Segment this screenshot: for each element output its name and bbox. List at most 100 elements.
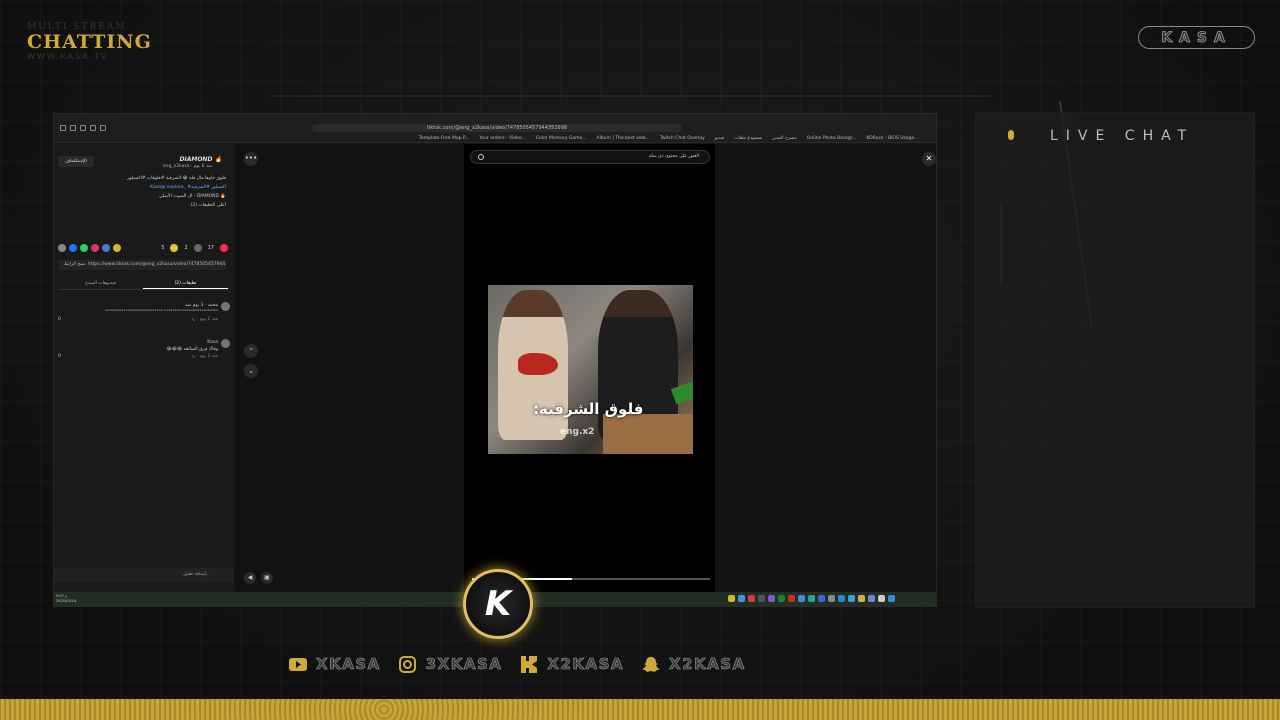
video-watermark: eng.x2 [560, 427, 595, 437]
browser-toolbar: tiktok.com/@eng_x2kasa/video/74785054579… [54, 122, 936, 134]
app-icon[interactable] [798, 595, 805, 602]
follow-button[interactable]: الإستكشاف [58, 156, 94, 167]
brand-title: CHATTING [27, 31, 152, 53]
app-icon[interactable] [738, 595, 745, 602]
kick-icon [520, 655, 538, 673]
app-icon[interactable] [828, 595, 835, 602]
pinterest-icon[interactable] [91, 244, 99, 252]
kasa-logo: K [463, 569, 533, 639]
address-bar[interactable]: tiktok.com/@eng_x2kasa/video/74785054579… [312, 124, 682, 132]
copy-link-button[interactable]: نسخ الرابط [64, 260, 85, 270]
social-instagram: 3XKASA [399, 655, 503, 673]
whatsapp-icon[interactable] [80, 244, 88, 252]
more-options-button[interactable]: ••• [244, 152, 258, 166]
app-icon[interactable] [778, 595, 785, 602]
comment-like-count[interactable]: 0 [58, 353, 61, 360]
caption-sound[interactable]: ال الصوت الأصلي - DIAMOND 🔥 [56, 192, 226, 201]
heart-icon[interactable] [220, 244, 228, 252]
search-input[interactable]: العثور على محتوى ذي صلة [470, 150, 710, 164]
app-icon[interactable] [758, 595, 765, 602]
app-icon[interactable] [768, 595, 775, 602]
bookmark-item[interactable]: مستودع ملفات [734, 136, 762, 141]
folder-icon[interactable] [858, 595, 865, 602]
taskbar-clock[interactable]: 9:07 م 2025/03/14 [56, 594, 76, 604]
social-label: X2KASA [547, 655, 625, 674]
copy-icon[interactable] [113, 244, 121, 252]
comment-tabs: فيديوهات المبدع تعليقات (2) [58, 278, 228, 290]
comment-item: محمد · 3 يوم منذ """""""""""""""""""""""… [58, 302, 230, 323]
comment-meta[interactable]: منذ 2 يوم · رد [58, 316, 230, 323]
app-icon[interactable] [808, 595, 815, 602]
bookmark-item[interactable]: Twitch Chat Overlay [660, 136, 705, 141]
comments-panel: الإستكشاف DIAMOND 🔥 eng_x2kasa · منذ 6 ي… [54, 144, 234, 594]
app-icon[interactable] [728, 595, 735, 602]
search-icon[interactable] [878, 595, 885, 602]
video-frame[interactable]: فلوق الشرقيه: eng.x2 [488, 285, 693, 454]
live-chat-title: LIVE CHAT [1050, 128, 1195, 144]
comment-like-count[interactable]: 0 [58, 316, 61, 323]
facebook-icon[interactable] [69, 244, 77, 252]
social-youtube: XKASA [289, 655, 381, 673]
app-icon[interactable] [838, 595, 845, 602]
app-icon[interactable] [818, 595, 825, 602]
video-player[interactable]: العثور على محتوى ذي صلة فلوق الشرقيه: en… [464, 144, 715, 594]
comment-text: 😂😂😂 وقاك فرق السالقه [166, 347, 218, 352]
app-icon[interactable] [788, 595, 795, 602]
next-video-button[interactable]: ⌄ [244, 364, 258, 378]
decorative-gold-band [0, 699, 1280, 720]
app-icon[interactable] [848, 595, 855, 602]
caption-line: (2) أعلى التعليقات [190, 203, 226, 208]
bookmark-item[interactable]: Template Free Map P... [419, 136, 469, 141]
bookmarks-bar: Template Free Map P... Your orders - Vid… [54, 134, 936, 143]
video-link-field[interactable]: نسخ الرابط https://www.tiktok.com/@eng_x… [58, 260, 226, 270]
social-kick: X2KASA [520, 655, 624, 673]
profile-handle: eng_x2kasa · منذ 6 يوم [162, 164, 212, 169]
avatar[interactable] [221, 302, 230, 311]
tab-comments[interactable]: تعليقات (2) [143, 278, 228, 289]
close-icon[interactable]: ✕ [922, 152, 936, 166]
pip-icon[interactable]: ▣ [261, 572, 273, 584]
comment-user[interactable]: Kasa [58, 339, 230, 346]
extension-icon[interactable] [80, 125, 86, 131]
share-icon[interactable] [58, 244, 66, 252]
bookmark-item[interactable]: Online Photo Backgr... [807, 136, 857, 141]
video-object [518, 353, 558, 375]
video-overlay-text: فلوق الشرقيه: [533, 400, 644, 418]
comment-text: """""""""""""""""""""""""""" """""""""""… [104, 310, 218, 315]
avatar[interactable] [221, 339, 230, 348]
telegram-icon[interactable] [102, 244, 110, 252]
previous-video-button[interactable]: ⌃ [244, 344, 258, 358]
extension-icon[interactable] [70, 125, 76, 131]
caption-tags[interactable]: Kasa@ explore_ #اكسبلور #الشرقية [56, 183, 226, 192]
caption-line: فلوق جاوها مال فله 😂 الشرقية #فلوقات #اك… [127, 176, 226, 181]
bookmark-item[interactable]: Album | The best web... [596, 136, 649, 141]
comment-input[interactable]: إضافة تعليق... [54, 568, 234, 582]
snapchat-icon [642, 655, 661, 673]
social-snapchat: X2KASA [642, 655, 746, 673]
bookmark-item[interactable]: Your orders - Video... [479, 136, 526, 141]
volume-icon[interactable]: ◀ [244, 572, 256, 584]
comment-item: Kasa 😂😂😂 وقاك فرق السالقه منذ 2 يوم · رد… [58, 339, 230, 360]
download-icon[interactable] [90, 125, 96, 131]
profile-name[interactable]: DIAMOND 🔥 [180, 156, 223, 163]
app-icon[interactable] [748, 595, 755, 602]
browser-tab-bar[interactable] [54, 114, 936, 122]
comment-meta[interactable]: منذ 2 يوم · رد [58, 353, 230, 360]
bookmark-item[interactable]: Color Memory Game... [536, 136, 587, 141]
bookmark-item[interactable]: فيديو [715, 136, 724, 141]
kasa-badge: KASA [1138, 26, 1255, 49]
tab-creator-videos[interactable]: فيديوهات المبدع [58, 278, 143, 289]
search-icon[interactable] [478, 154, 484, 160]
social-links: XKASA 3XKASA X2KASA X2KASA [289, 655, 746, 673]
comment-user[interactable]: محمد · 3 يوم منذ [58, 302, 230, 309]
bookmark-item[interactable]: KORock - BIOS Usage... [867, 136, 919, 141]
windows-start-icon[interactable] [888, 595, 895, 602]
comment-icon[interactable] [193, 244, 202, 252]
clock-date: 2025/03/14 [56, 599, 77, 603]
profile-icon[interactable] [100, 125, 106, 131]
bookmark-icon[interactable] [170, 244, 179, 252]
menu-icon[interactable] [60, 125, 66, 131]
app-icon[interactable] [868, 595, 875, 602]
comments-count: 2 [184, 245, 188, 251]
bookmark-item[interactable]: مسرح المدير [772, 136, 797, 141]
